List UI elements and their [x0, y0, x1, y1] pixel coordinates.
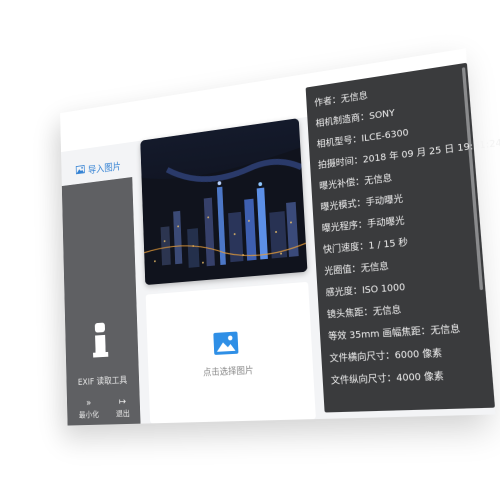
tool-title: EXIF 读取工具	[77, 376, 128, 388]
exif-row: 文件横向尺寸：6000 像素	[329, 348, 443, 365]
exif-row: 相机型号：ILCE-6300	[316, 128, 409, 151]
import-image-label: 导入图片	[87, 161, 122, 177]
exif-row: 快门速度：1 / 15 秒	[322, 237, 409, 256]
upload-area[interactable]: 点击选择图片	[145, 281, 316, 424]
exit-label: 退出	[115, 409, 130, 419]
exif-row: 相机制造商：SONY	[315, 108, 396, 130]
scrollbar[interactable]	[461, 67, 484, 291]
minimize-label: 最小化	[78, 410, 100, 420]
image-icon	[76, 165, 85, 177]
exif-row: 曝光补偿：无信息	[319, 173, 393, 193]
exif-row: 作者：无信息	[314, 91, 369, 109]
exit-button[interactable]: ↦ 退出	[105, 396, 140, 420]
exif-row: 感光度：ISO 1000	[325, 282, 406, 300]
exif-row: 文件纵向尺寸：4000 像素	[330, 371, 445, 387]
exif-row: 光圈值：无信息	[324, 261, 390, 278]
info-icon	[92, 322, 109, 359]
minimize-button[interactable]: » 最小化	[72, 397, 106, 420]
sidebar: EXIF 读取工具 » 最小化 ↦ 退出	[61, 177, 141, 426]
import-image-button[interactable]: 导入图片	[76, 158, 121, 178]
exif-row: 等效 35mm 画幅焦距：无信息	[327, 324, 461, 343]
upload-prompt: 点击选择图片	[202, 366, 254, 379]
night-city-image	[140, 118, 308, 286]
exif-info-panel: 作者：无信息 相机制造商：SONY 相机型号：ILCE-6300 拍摄时间：20…	[305, 62, 500, 413]
double-chevron-down-icon: »	[85, 397, 92, 409]
photo-preview	[140, 118, 308, 286]
stage: 导入图片 EXIF 读取工具 » 最小化 ↦ 退出 点击选择图片 作者：无信息 …	[0, 0, 500, 500]
app-window: 导入图片 EXIF 读取工具 » 最小化 ↦ 退出 点击选择图片 作者：无信息 …	[60, 48, 500, 426]
exif-row: 镜头焦距：无信息	[326, 305, 402, 321]
image-icon	[213, 331, 239, 355]
exif-row: 曝光程序：手动曝光	[321, 216, 405, 235]
exif-row: 曝光模式：手动曝光	[320, 194, 404, 214]
exit-icon: ↦	[118, 396, 127, 408]
